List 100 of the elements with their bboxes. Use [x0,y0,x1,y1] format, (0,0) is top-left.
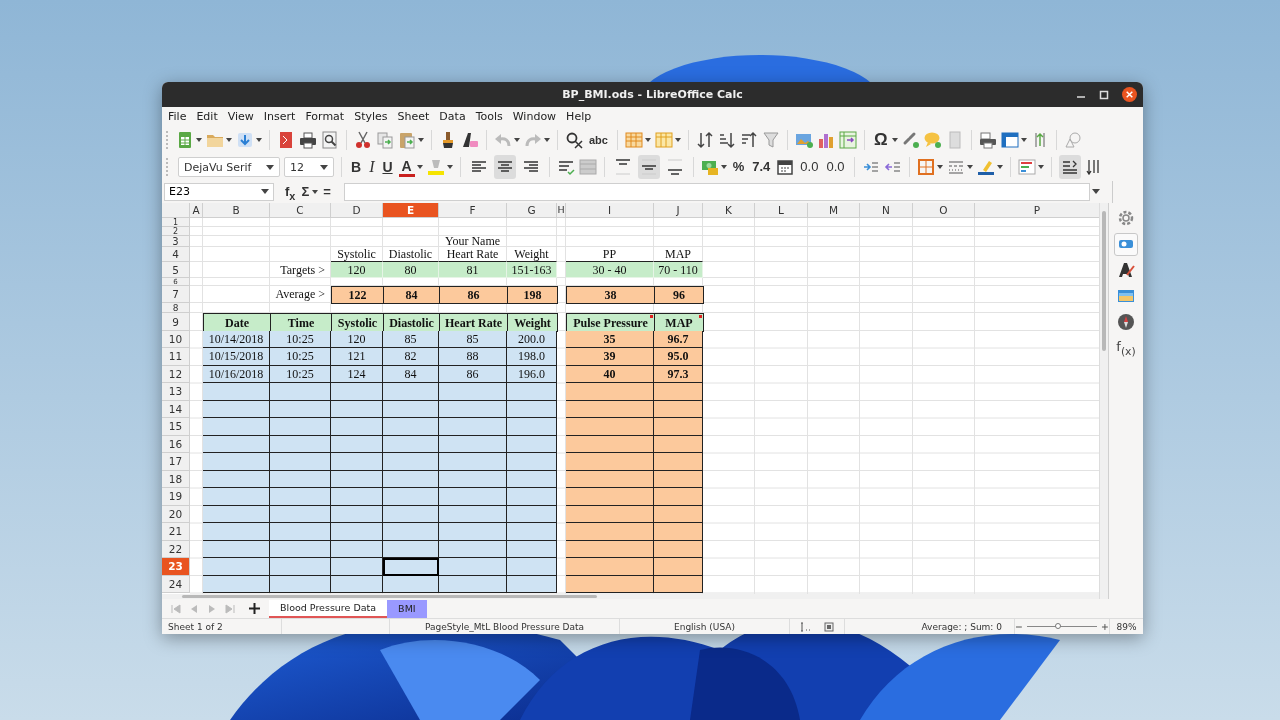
row-header[interactable]: 21 [162,523,190,541]
row-header[interactable]: 1 [162,217,190,227]
maximize-icon[interactable] [1099,89,1109,100]
column-header[interactable]: J [654,202,703,218]
special-character-button[interactable]: Ω [871,129,890,152]
table-cell[interactable]: 198.0 [507,348,557,366]
column-header[interactable]: L [755,202,808,218]
zoom-in-icon[interactable] [1101,622,1109,631]
menu-item[interactable]: Styles [349,110,393,124]
table-cell[interactable] [203,453,270,471]
table-cell[interactable] [270,488,331,506]
eraser-icon[interactable] [461,131,479,150]
table-cell[interactable] [331,558,383,576]
sheet-tab[interactable]: BMI [387,599,427,618]
caret-icon[interactable] [936,165,943,170]
caret-icon[interactable] [720,165,727,170]
table-cell[interactable] [203,418,270,436]
font-size-field[interactable]: 12 [284,157,334,178]
clipboard-icon[interactable] [398,131,416,150]
table-cell[interactable]: 10:25 [270,348,331,366]
row-header[interactable]: 19 [162,488,190,506]
table-cell[interactable] [331,383,383,401]
find-replace-icon[interactable] [565,131,583,150]
column-header[interactable]: A [190,202,203,218]
caret-icon[interactable] [446,165,453,170]
menu-item[interactable]: View [222,110,259,124]
preview-icon[interactable] [321,131,339,150]
table-cell[interactable] [439,453,507,471]
table-cell[interactable] [331,453,383,471]
spellcheck-button[interactable]: abc [587,129,610,152]
wrap-icon[interactable] [556,158,575,177]
table-cell[interactable] [270,453,331,471]
column-header[interactable]: G [507,202,557,218]
row-header[interactable]: 23 [162,558,190,576]
row-header[interactable]: 8 [162,302,190,313]
scissors-icon[interactable] [354,131,372,150]
caret-icon[interactable] [514,138,520,143]
sort-descending-icon[interactable] [739,131,758,150]
percent-format-button[interactable]: % [730,156,747,179]
table-cell[interactable] [331,418,383,436]
close-icon[interactable] [1122,87,1137,102]
column-header[interactable]: E [383,202,439,218]
column-header[interactable]: C [270,202,331,218]
column-header[interactable]: D [331,202,383,218]
caret-icon[interactable] [226,138,232,143]
language[interactable]: English (USA) [620,619,790,634]
table-cell[interactable] [439,418,507,436]
caret-icon[interactable] [1037,165,1044,170]
table-cell[interactable]: 82 [383,348,439,366]
row-header[interactable]: 13 [162,383,190,401]
row-header[interactable]: 3 [162,235,190,247]
conditional-format-icon[interactable] [1017,158,1036,177]
table-cell[interactable]: 88 [439,348,507,366]
calendar-icon[interactable] [776,158,795,177]
formula-input-field[interactable] [343,182,1090,201]
pivot-table-icon[interactable] [838,131,857,150]
zoom-level[interactable]: 89% [1110,619,1143,634]
table-cell[interactable] [439,488,507,506]
menu-item[interactable]: Format [300,110,350,124]
menu-item[interactable]: Help [561,110,597,124]
column-header[interactable]: O [913,202,975,218]
table-cell[interactable] [270,558,331,576]
number-format-button[interactable]: 7.4 [750,156,773,179]
merge-cells-icon[interactable] [578,158,597,177]
caret-icon[interactable] [196,138,202,143]
caret-icon[interactable] [256,138,262,143]
column-header[interactable]: M [808,202,860,218]
caret-icon[interactable] [320,164,328,170]
add-sheet-icon[interactable] [248,602,261,616]
image-icon[interactable] [794,131,813,150]
caret-icon[interactable] [312,189,319,194]
row-header[interactable]: 15 [162,418,190,436]
caret-icon[interactable] [996,165,1003,170]
table-cell[interactable] [439,383,507,401]
caret-icon[interactable] [644,138,651,143]
download-icon[interactable] [236,131,254,150]
column-header[interactable]: I [566,202,654,218]
table-cell[interactable] [507,523,557,541]
bold-button[interactable]: B [349,156,364,179]
freeze-rows-icon[interactable] [1000,131,1019,150]
column-header[interactable]: N [860,202,913,218]
function-wizard-button[interactable]: f$_{x}$ [284,180,297,203]
table-cell[interactable] [383,418,439,436]
speech-bubble-icon[interactable] [923,131,942,150]
table-cell[interactable] [507,383,557,401]
menu-item[interactable]: Edit [191,110,223,124]
slider-thumb[interactable] [1055,623,1062,630]
border-color-icon[interactable] [976,158,995,177]
table-cell[interactable]: 10/15/2018 [203,348,270,366]
functions-button[interactable]: f$_{(x)}$ [1112,336,1140,360]
bar-chart-icon[interactable] [816,131,835,150]
menu-item[interactable]: Window [507,110,562,124]
name-box-field[interactable]: E23 [164,182,274,201]
text-cursor-icon[interactable] [800,621,812,632]
printer-icon[interactable] [978,131,997,150]
table-cell[interactable] [383,523,439,541]
font-color-button[interactable]: A [398,157,415,178]
table-cell[interactable] [203,558,270,576]
delete-decimal-button[interactable]: 0.0 [824,156,847,179]
sort-icon[interactable] [695,131,714,150]
